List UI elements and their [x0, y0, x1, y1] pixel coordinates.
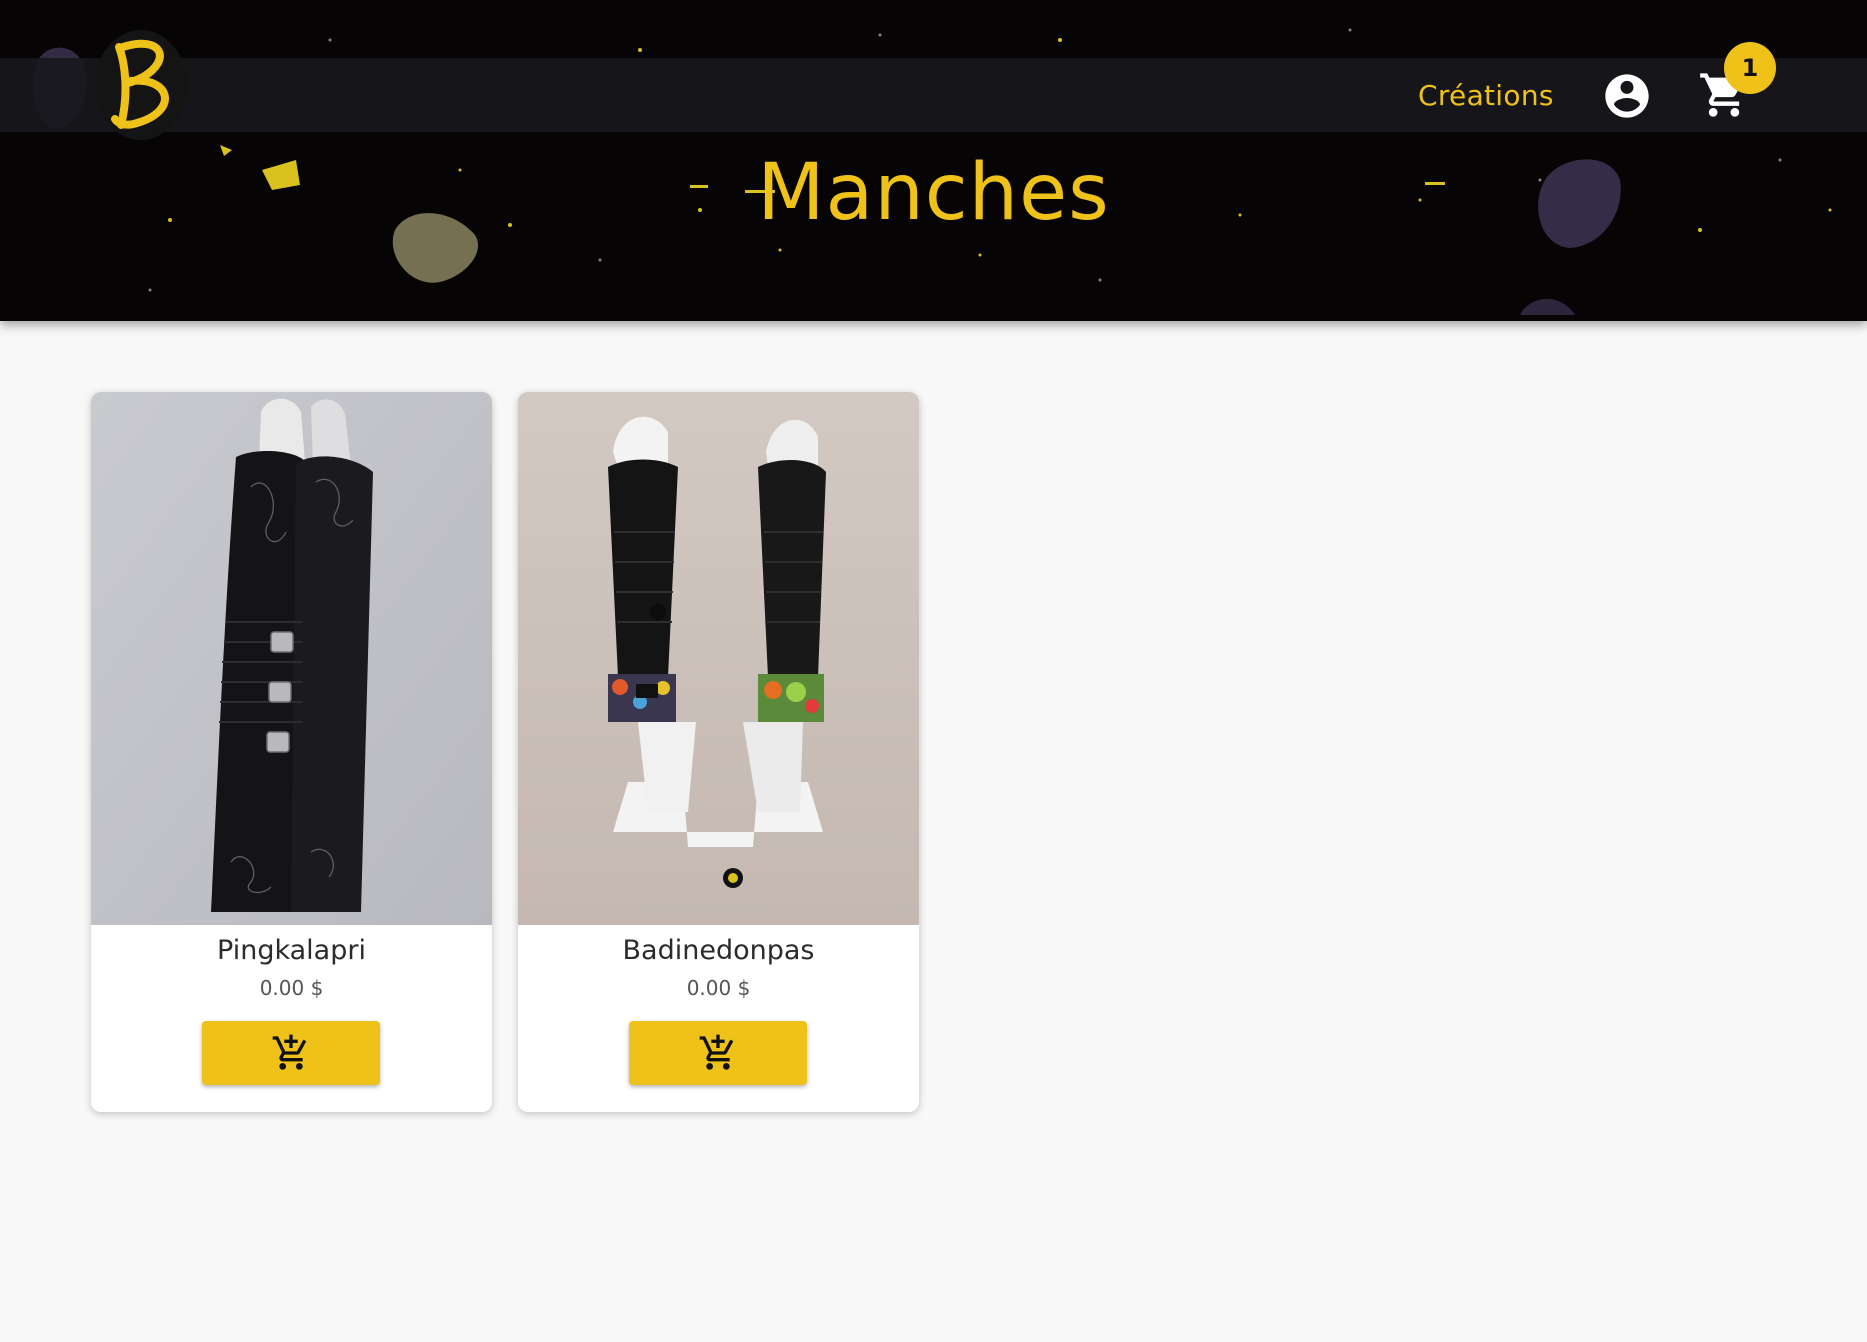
product-card[interactable]: Badinedonpas 0.00 $ [518, 392, 919, 1112]
account-circle-icon [1605, 74, 1649, 118]
product-image [518, 392, 919, 925]
page-title: Manches [757, 148, 1110, 238]
navbar [0, 58, 1867, 132]
logo-b-icon [111, 39, 169, 129]
add-shopping-cart-icon [699, 1034, 734, 1070]
product-image [91, 392, 492, 925]
add-shopping-cart-icon [272, 1034, 307, 1070]
nav-link-creations[interactable]: Créations [1418, 74, 1554, 118]
product-price: 0.00 $ [686, 976, 751, 1000]
hero-banner: Créations 1 Manches [0, 0, 1867, 321]
account-button[interactable] [1598, 67, 1656, 125]
product-name: Badinedonpas [622, 935, 815, 966]
product-name: Pingkalapri [217, 935, 366, 966]
product-card[interactable]: Pingkalapri 0.00 $ [91, 392, 492, 1112]
add-to-cart-button[interactable] [202, 1021, 380, 1085]
site-logo[interactable] [95, 30, 187, 140]
add-to-cart-button[interactable] [629, 1021, 807, 1085]
cart-count-badge: 1 [1724, 42, 1776, 94]
product-price: 0.00 $ [259, 976, 324, 1000]
